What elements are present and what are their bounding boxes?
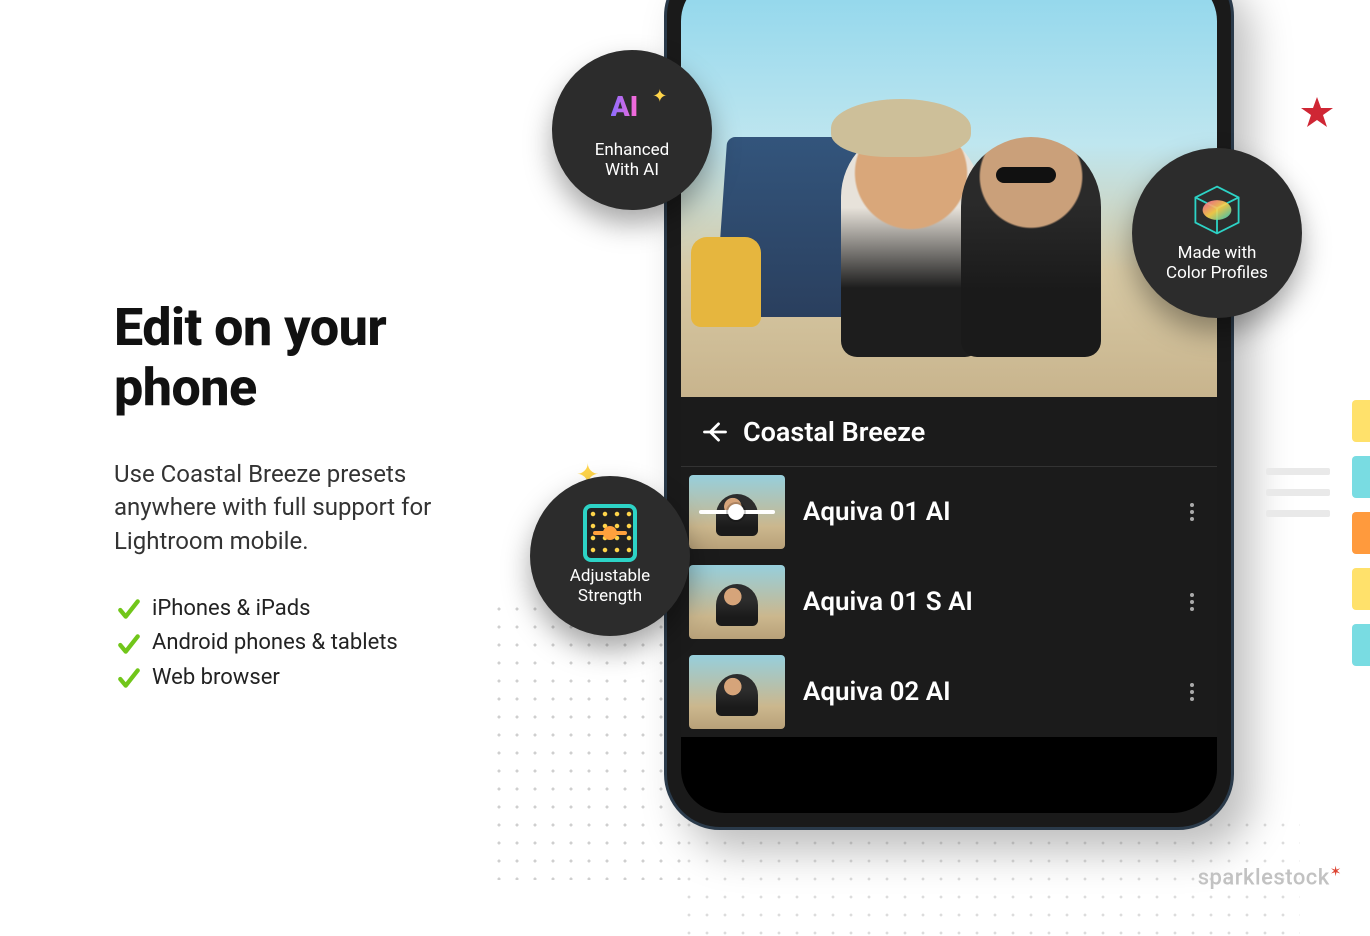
preset-thumbnail[interactable] [689,565,785,639]
watermark: sparklestock✶ [1198,864,1342,890]
marketing-copy: Edit on your phone Use Coastal Breeze pr… [114,298,494,695]
list-item: Web browser [114,661,494,695]
watermark-text: sparklestock [1198,865,1330,890]
slider-grid-icon [583,506,637,560]
decor-bars [1266,468,1330,517]
preset-name: Aquiva 01 AI [803,497,1165,527]
star-icon [1300,96,1334,134]
phone-screen: Coastal Breeze Aquiva 01 AI Aquiva 01 S … [681,0,1217,813]
badge-label: Enhanced [595,140,670,160]
photo-bag [691,237,761,327]
cube-icon [1190,183,1244,237]
photo-hat [831,99,971,157]
preset-name: Aquiva 01 S AI [803,587,1165,617]
photo-sunglasses [996,167,1056,183]
back-arrow-icon[interactable] [701,418,729,446]
badge-label: Strength [578,586,642,606]
feature-list: iPhones & iPads Android phones & tablets… [114,592,494,694]
preset-row[interactable]: Aquiva 01 AI [681,467,1217,557]
more-icon[interactable] [1183,593,1201,611]
app-header: Coastal Breeze [681,397,1217,467]
list-item-label: Android phones & tablets [152,626,398,660]
phone-mockup: Coastal Breeze Aquiva 01 AI Aquiva 01 S … [664,0,1234,830]
preset-group-title: Coastal Breeze [743,416,925,448]
ai-icon: AI ✦ [605,80,659,134]
list-item-label: iPhones & iPads [152,592,311,626]
more-icon[interactable] [1183,503,1201,521]
headline: Edit on your phone [114,298,494,418]
badge-label: Color Profiles [1166,263,1268,283]
check-icon [114,594,144,624]
photo-person [841,127,981,357]
list-item-label: Web browser [152,661,280,695]
preset-row[interactable]: Aquiva 01 S AI [681,557,1217,647]
badge-label: Made with [1178,243,1257,263]
badge-color-profiles: Made with Color Profiles [1132,148,1302,318]
badge-label: Adjustable [570,566,650,586]
ai-mark: AI [611,90,639,124]
badge-adjustable-strength: Adjustable Strength [530,476,690,636]
preset-list[interactable]: Aquiva 01 AI Aquiva 01 S AI Aquiva 02 AI [681,467,1217,737]
badge-label: With AI [605,160,659,180]
more-icon[interactable] [1183,683,1201,701]
body-text: Use Coastal Breeze presets anywhere with… [114,458,494,559]
badge-enhanced-ai: AI ✦ Enhanced With AI [552,50,712,210]
preset-row[interactable]: Aquiva 02 AI [681,647,1217,737]
preview-photo [681,0,1217,397]
color-tabs [1352,400,1370,680]
preset-thumbnail[interactable] [689,475,785,549]
dot-pattern [490,600,690,880]
preset-name: Aquiva 02 AI [803,677,1165,707]
check-icon [114,663,144,693]
preset-thumbnail[interactable] [689,655,785,729]
check-icon [114,629,144,659]
strength-slider-overlay [699,503,775,521]
list-item: Android phones & tablets [114,626,494,660]
list-item: iPhones & iPads [114,592,494,626]
